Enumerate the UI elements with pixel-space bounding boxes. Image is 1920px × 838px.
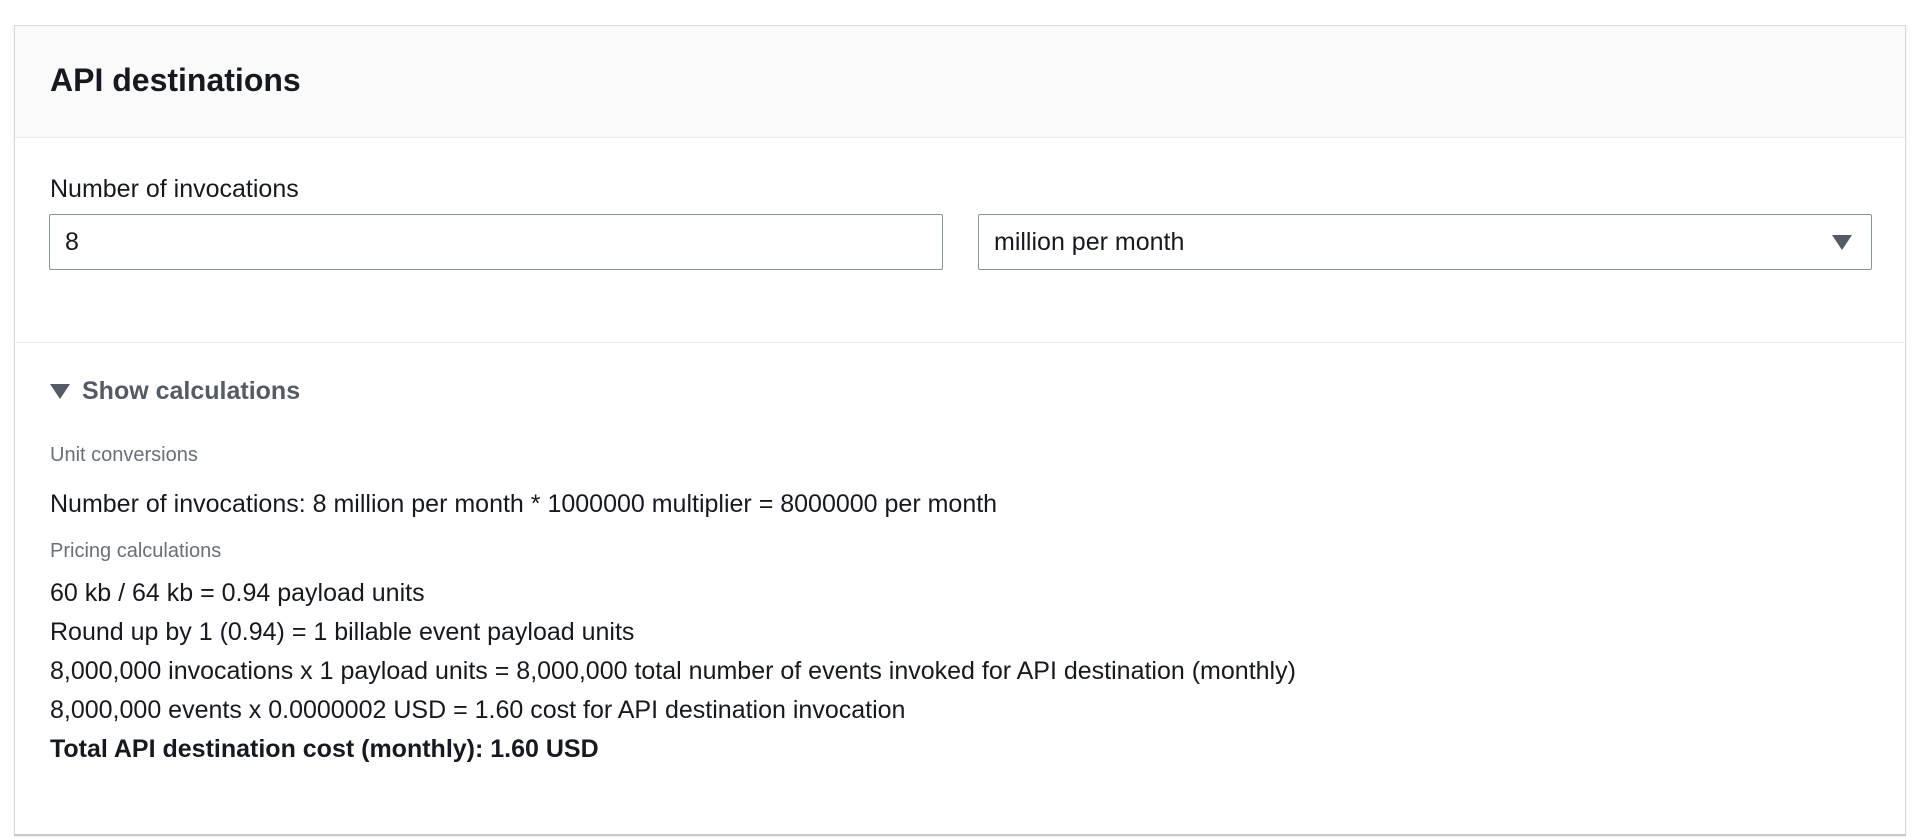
show-calculations-label: Show calculations bbox=[82, 377, 301, 405]
pricing-line: Round up by 1 (0.94) = 1 billable event … bbox=[50, 618, 635, 646]
invocations-input[interactable] bbox=[49, 214, 943, 270]
invocations-unit-select[interactable]: million per month bbox=[978, 214, 1872, 270]
unit-conversion-line: Number of invocations: 8 million per mon… bbox=[50, 490, 998, 518]
invocations-label: Number of invocations bbox=[50, 175, 299, 203]
unit-conversions-heading: Unit conversions bbox=[50, 444, 198, 466]
pricing-line: 60 kb / 64 kb = 0.94 payload units bbox=[50, 579, 425, 607]
invocations-unit-value: million per month bbox=[994, 227, 1185, 256]
calculations-section: Show calculations Unit conversions Numbe… bbox=[15, 343, 1905, 763]
pricing-line: 8,000,000 events x 0.0000002 USD = 1.60 … bbox=[50, 696, 906, 724]
api-destinations-panel: API destinations Number of invocations S… bbox=[14, 25, 1906, 836]
pricing-line: 8,000,000 invocations x 1 payload units … bbox=[50, 657, 1296, 685]
total-cost-line: Total API destination cost (monthly): 1.… bbox=[50, 735, 599, 763]
pricing-calculations-heading: Pricing calculations bbox=[50, 540, 222, 562]
panel-title: API destinations bbox=[50, 62, 301, 98]
caret-down-icon bbox=[1832, 234, 1852, 250]
panel-header: API destinations bbox=[15, 26, 1905, 138]
caret-down-icon bbox=[50, 384, 70, 399]
show-calculations-toggle[interactable]: Show calculations bbox=[50, 377, 300, 406]
